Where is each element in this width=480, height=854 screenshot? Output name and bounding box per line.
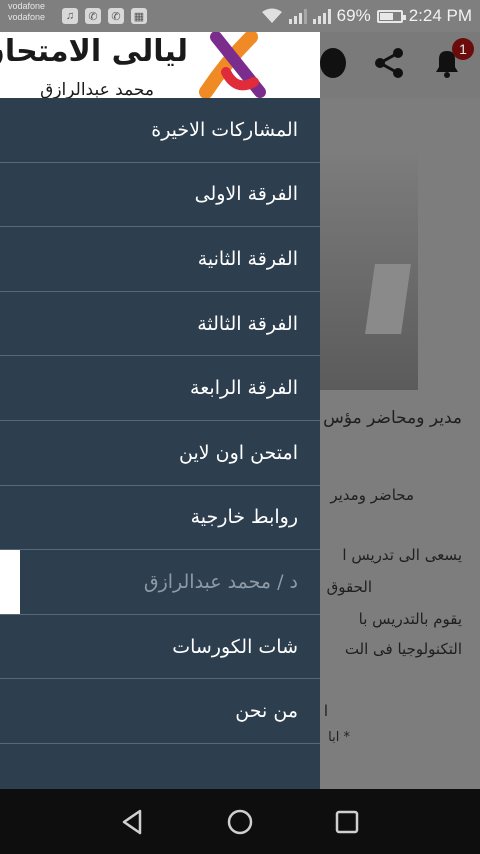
- back-icon[interactable]: [118, 807, 148, 837]
- home-icon[interactable]: [225, 807, 255, 837]
- status-bar: vodafone vodafone ♫ ✆ ✆ ▦ 69% 2:24 PM: [0, 0, 480, 32]
- menu-item-label: الفرقة الثانية: [197, 247, 298, 270]
- clock: 2:24 PM: [408, 6, 472, 25]
- share-icon[interactable]: [372, 46, 406, 80]
- viber-icon: ✆: [108, 8, 124, 24]
- menu-item-label: الفرقة الرابعة: [190, 377, 298, 400]
- logo-title: ليالى الامتحان: [0, 34, 188, 69]
- article-line: الحقوق: [326, 578, 372, 596]
- menu-item-about-us[interactable]: من نحن: [0, 679, 320, 744]
- active-indicator: [0, 550, 20, 614]
- drawer-menu: المشاركات الاخيرة الفرقة الاولى الفرقة ا…: [0, 98, 320, 744]
- article-line: يسعى الى تدريس ا: [342, 546, 462, 564]
- menu-item-label: امتحن اون لاين: [179, 441, 298, 464]
- menu-item-label: من نحن: [235, 700, 298, 723]
- menu-item-label: الفرقة الثالثة: [197, 312, 298, 335]
- menu-item-label: د / محمد عبدالرازق: [143, 570, 298, 593]
- navigation-drawer: ليالى الامتحان محمد عبدالرازق المشاركات …: [0, 32, 320, 789]
- wifi-icon: [261, 8, 282, 23]
- battery-fill: [379, 12, 394, 20]
- menu-item-external-links[interactable]: روابط خارجية: [0, 486, 320, 551]
- menu-item-courses-chat[interactable]: شات الكورسات: [0, 615, 320, 680]
- menu-item-third-year[interactable]: الفرقة الثالثة: [0, 292, 320, 357]
- article-line: يقوم بالتدريس با: [358, 610, 462, 628]
- article-headline: مدير ومحاضر مؤس: [323, 408, 462, 428]
- logo-subtitle: محمد عبدالرازق: [40, 80, 154, 98]
- menu-item-second-year[interactable]: الفرقة الثانية: [0, 227, 320, 292]
- logo-icon: [199, 32, 266, 98]
- signal-1-icon: [288, 8, 307, 24]
- menu-item-first-year[interactable]: الفرقة الاولى: [0, 163, 320, 228]
- carrier-label: vodafone vodafone: [8, 1, 45, 23]
- menu-item-fourth-year[interactable]: الفرقة الرابعة: [0, 356, 320, 421]
- battery-icon: [376, 9, 406, 23]
- battery-percent: 69%: [336, 6, 371, 25]
- article-line: * ابا: [328, 730, 350, 745]
- viber-icon: ✆: [85, 8, 101, 24]
- status-indicators: 69% 2:24 PM: [261, 6, 472, 26]
- article-line: ا: [323, 702, 328, 720]
- drawer-header: ليالى الامتحان محمد عبدالرازق: [0, 32, 320, 98]
- menu-item-label: الفرقة الاولى: [194, 183, 298, 206]
- menu-item-online-exam[interactable]: امتحن اون لاين: [0, 421, 320, 486]
- overflow-icon[interactable]: [320, 48, 346, 78]
- menu-item-recent-posts[interactable]: المشاركات الاخيرة: [0, 98, 320, 163]
- recents-icon[interactable]: [332, 807, 362, 837]
- music-note-icon: ♫: [62, 8, 78, 24]
- carrier-2: vodafone: [8, 12, 46, 22]
- menu-item-dr-mohamed[interactable]: د / محمد عبدالرازق: [0, 550, 320, 615]
- menu-item-label: المشاركات الاخيرة: [151, 118, 298, 141]
- article-line: محاضر ومدير: [330, 486, 414, 504]
- system-navigation-bar: [0, 789, 480, 854]
- menu-item-label: روابط خارجية: [190, 506, 298, 529]
- signal-2-icon: [312, 8, 331, 24]
- carrier-1: vodafone: [8, 1, 46, 11]
- notification-icons: ♫ ✆ ✆ ▦: [62, 8, 147, 24]
- article-line: التكنولوجيا فى الت: [344, 640, 462, 658]
- notification-badge: 1: [452, 38, 474, 60]
- menu-item-label: شات الكورسات: [172, 635, 298, 658]
- article-photo: [320, 154, 418, 390]
- gallery-icon: ▦: [131, 8, 147, 24]
